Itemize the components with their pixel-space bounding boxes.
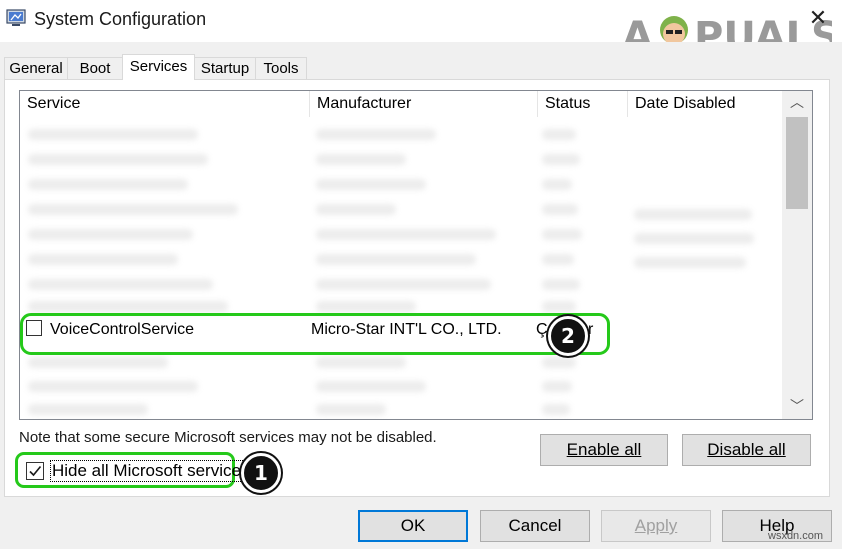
ok-button[interactable]: OK	[358, 510, 468, 542]
window-title: System Configuration	[34, 9, 207, 29]
scroll-down-icon[interactable]: ﹀	[782, 395, 812, 417]
enable-all-button[interactable]: Enable all	[540, 434, 668, 466]
column-header-status[interactable]: Status	[538, 91, 628, 117]
dialog-client-area: General Boot Startup Tools Services Serv…	[0, 42, 842, 549]
list-header: Service Manufacturer Status Date Disable…	[20, 91, 782, 117]
hide-microsoft-services-label[interactable]: Hide all Microsoft services	[50, 460, 252, 482]
disable-all-label: Disable all	[707, 440, 786, 459]
column-header-service[interactable]: Service	[20, 91, 310, 117]
checkmark-icon	[29, 465, 42, 477]
column-header-manufacturer[interactable]: Manufacturer	[310, 91, 538, 117]
step-badge-1: 1	[241, 453, 281, 493]
tab-tools[interactable]: Tools	[255, 57, 307, 79]
vertical-scrollbar[interactable]: ︿ ﹀	[782, 91, 812, 419]
hide-microsoft-services-checkbox[interactable]	[26, 462, 44, 480]
tab-services[interactable]: Services	[122, 54, 195, 80]
tab-boot[interactable]: Boot	[67, 57, 123, 79]
disable-all-button[interactable]: Disable all	[682, 434, 811, 466]
step-badge-2: 2	[548, 316, 588, 356]
column-header-date-disabled[interactable]: Date Disabled	[628, 91, 782, 117]
scroll-up-icon[interactable]: ︿	[782, 91, 812, 113]
apply-button[interactable]: Apply	[601, 510, 711, 542]
system-config-app-icon	[6, 9, 26, 26]
hide-microsoft-services-highlight: Hide all Microsoft services	[15, 452, 252, 488]
secure-services-note: Note that some secure Microsoft services…	[19, 429, 437, 446]
highlight-outline-service-row	[20, 313, 610, 355]
services-list[interactable]: Service Manufacturer Status Date Disable…	[19, 90, 813, 420]
tab-startup[interactable]: Startup	[194, 57, 256, 79]
tab-general[interactable]: General	[4, 57, 68, 79]
watermark-text: wsxdn.com	[768, 530, 824, 542]
title-bar: System Configuration A PUALS ✕	[0, 0, 842, 58]
apply-label: Apply	[634, 516, 678, 535]
scrollbar-thumb[interactable]	[786, 117, 808, 209]
services-panel: Service Manufacturer Status Date Disable…	[4, 79, 830, 497]
close-icon[interactable]: ✕	[806, 6, 830, 30]
cancel-button[interactable]: Cancel	[480, 510, 590, 542]
enable-all-label: Enable all	[566, 440, 642, 459]
